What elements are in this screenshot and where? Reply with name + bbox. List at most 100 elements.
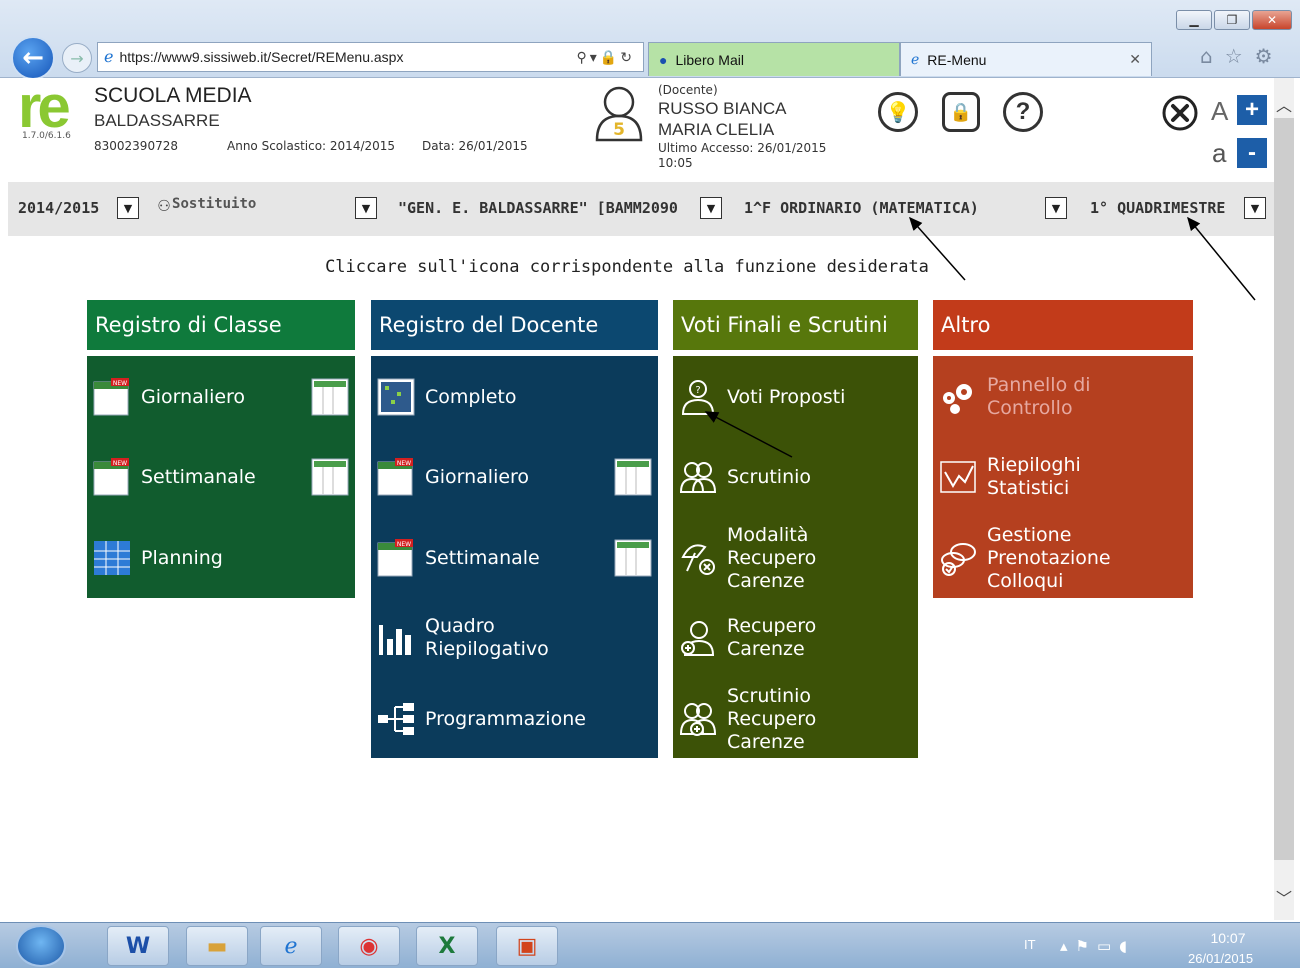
table-view-icon[interactable] [614,458,652,496]
chrome-icon[interactable]: ◉ [338,926,400,966]
menu-item-2-1[interactable]: Scrutinio [679,453,912,501]
table-view-icon[interactable] [311,378,349,416]
address-bar[interactable]: ℯ https://www9.sissiweb.it/Secret/REMenu… [97,42,644,72]
column-header-2: Voti Finali e Scrutini [673,300,918,350]
scroll-down-arrow-icon[interactable]: ﹀ [1276,885,1292,909]
table-view-icon[interactable] [614,539,652,577]
menu-item-label: Recupero Carenze [727,615,816,661]
column-header-0: Registro di Classe [87,300,355,350]
font-increase-button[interactable]: + [1237,95,1267,125]
minimize-button[interactable]: ▁ [1176,10,1212,30]
logout-close-icon[interactable] [1161,94,1199,132]
clock-time[interactable]: 10:07 [1200,930,1256,946]
menu-item-label-line: Modalità [727,523,809,546]
home-icon[interactable]: ⌂ [1200,44,1213,68]
menu-item-1-3[interactable]: Quadro Riepilogativo [377,614,652,662]
menu-item-2-2[interactable]: Modalità Recupero Carenze [679,524,912,592]
menu-item-label: Completo [425,386,517,409]
table-view-icon[interactable] [311,458,349,496]
instruction-text: Cliccare sull'icona corrispondente alla … [325,257,929,277]
close-window-button[interactable]: ✕ [1252,10,1292,30]
tab-libero-mail[interactable]: ● Libero Mail [648,42,900,76]
forward-button[interactable]: → [62,43,92,73]
menu-item-label-line: Settimanale [141,465,256,488]
menu-item-2-4[interactable]: Scrutinio Recupero Carenze [679,685,912,753]
users-icon [679,458,717,496]
tree-icon [377,700,415,738]
menu-item-label-line: Recupero [727,615,817,637]
menu-item-label: Settimanale [141,466,256,489]
user-name-line1: RUSSO BIANCA [658,99,787,118]
scrollbar-thumb[interactable] [1274,118,1294,860]
tab-close-icon[interactable]: ✕ [1129,51,1141,68]
menu-item-1-0[interactable]: Completo [377,373,652,421]
year-dropdown-icon[interactable]: ▼ [117,197,139,219]
folder-icon[interactable]: ▬ [186,926,248,966]
menu-item-0-0[interactable]: NEW Giornaliero [93,373,349,421]
word-icon[interactable]: W [107,926,169,966]
address-tools[interactable]: ⚲▾🔒↻ [577,49,635,66]
ie-page-icon: ℯ [104,49,114,66]
menu-item-label-line: Carenze [727,730,805,753]
re-logo: re [18,73,71,140]
menu-item-label-line: Scrutinio [727,465,812,488]
menu-item-2-0[interactable]: ? Voti Proposti [679,373,912,421]
column-header-3: Altro [933,300,1193,350]
menu-item-0-2[interactable]: Planning [93,534,349,582]
user-role: (Docente) [658,83,718,97]
class-dropdown-icon[interactable]: ▼ [1045,197,1067,219]
libero-icon: ● [659,51,668,68]
menu-item-1-1[interactable]: NEW Giornaliero [377,453,652,501]
font-increase-label: A [1211,96,1229,126]
ie-tab-icon: ℯ [911,51,920,67]
substitute-toggle[interactable]: ⚇ Sostituito [158,192,256,216]
tab-re-menu[interactable]: ℯ RE-Menu ✕ [900,42,1152,76]
menu-item-3-2[interactable]: Gestione Prenotazione Colloqui [939,524,1187,592]
presentation-icon[interactable]: ▣ [496,926,558,966]
settings-gear-icon[interactable]: ⚙ [1255,44,1273,68]
user-badge-number: 5 [613,120,625,140]
school-dropdown-icon[interactable]: ▼ [700,197,722,219]
menu-item-3-1[interactable]: Riepiloghi Statistici [939,453,1187,501]
help-icon[interactable]: ? [1003,92,1043,132]
menu-item-label: Quadro Riepilogativo [425,615,549,661]
current-date: Data: 26/01/2015 [422,139,528,153]
favorites-star-icon[interactable]: ☆ [1225,44,1243,68]
menu-item-0-1[interactable]: NEW Settimanale [93,453,349,501]
menu-item-label: Scrutinio [727,466,811,489]
menu-item-label-line: Giornaliero [141,385,246,408]
menu-item-label-line: Quadro [425,615,495,637]
user-profile-icon[interactable]: 5 [594,84,644,144]
menu-item-label-line: Controllo [987,397,1073,419]
internet-explorer-icon[interactable]: ℯ [260,926,322,966]
language-indicator[interactable]: IT [1024,937,1036,952]
substitute-dropdown-icon[interactable]: ▼ [355,197,377,219]
menu-item-label-line: Statistici [987,477,1070,499]
padlock-icon[interactable]: 🔒 [942,92,980,132]
menu-item-label: Planning [141,547,223,570]
menu-item-2-3[interactable]: Recupero Carenze [679,614,912,662]
menu-item-label: Scrutinio Recupero Carenze [727,685,816,754]
window-controls: ▁ ❐ ✕ [1176,10,1292,30]
menu-item-1-4[interactable]: Programmazione [377,695,652,743]
menu-item-3-0[interactable]: Pannello di Controllo [939,373,1187,421]
clock-date[interactable]: 26/01/2015 [1188,951,1253,966]
restore-button[interactable]: ❐ [1214,10,1250,30]
system-tray-icons[interactable]: ▴⚑▭◖ [1060,937,1135,955]
lightbulb-icon[interactable]: 💡 [878,92,918,132]
year-select-label: 2014/2015 [18,199,100,217]
menu-item-1-2[interactable]: NEW Settimanale [377,534,652,582]
font-decrease-button[interactable]: - [1237,138,1267,168]
period-dropdown-icon[interactable]: ▼ [1244,197,1266,219]
menu-item-label: Programmazione [425,708,586,731]
umbrella-x-icon [679,539,717,577]
school-code: 83002390728 [94,139,178,153]
menu-item-label-line: Carenze [727,569,805,592]
bar-chart-icon [377,619,415,657]
menu-item-label-line: Completo [425,385,517,408]
excel-icon[interactable]: X [416,926,478,966]
calendar-new-icon: NEW [377,458,415,496]
menu-item-label-line: Gestione [987,523,1072,546]
start-button[interactable] [16,925,66,967]
scroll-up-arrow-icon[interactable]: ︿ [1276,92,1292,116]
